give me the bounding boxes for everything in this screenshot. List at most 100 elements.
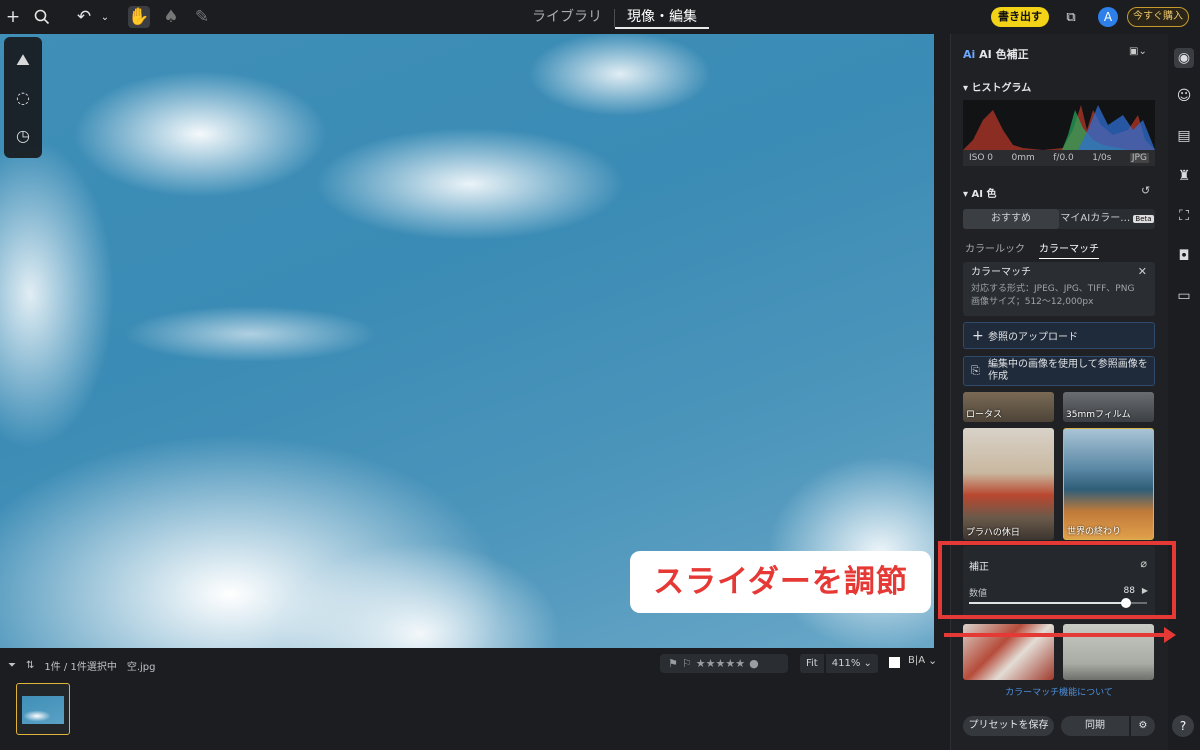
chevron-down-icon[interactable]: ⌄ (928, 654, 937, 667)
histogram-header[interactable]: ▾ ヒストグラム (963, 79, 1031, 94)
search-icon[interactable] (31, 6, 53, 28)
annotation-arrow-head (1164, 627, 1176, 643)
create-reference-label: 編集中の画像を使用して参照画像を作成 (988, 359, 1148, 382)
plus-icon: + (972, 327, 984, 344)
shirt-icon[interactable]: ♜ (1174, 166, 1194, 186)
annotation-highlight-box (938, 541, 1176, 619)
preset-35mm-film[interactable]: 35mmフィルム (1063, 392, 1154, 422)
fit-button[interactable]: Fit (800, 654, 824, 673)
ai-color-segment: おすすめ マイAIカラー… Beta (963, 209, 1155, 229)
left-toolbar: ⛰ ◌ ◷ (4, 37, 42, 158)
help-button[interactable]: ? (1172, 715, 1194, 737)
camera-icon[interactable]: ◘ (1174, 246, 1194, 266)
sort-icon[interactable]: ⇅ (26, 660, 34, 671)
brush-tool-icon[interactable]: ✎ (191, 6, 213, 28)
export-button[interactable]: 書き出す (991, 7, 1049, 27)
compare-icon[interactable]: ⧉ (1060, 6, 1082, 28)
tab-develop[interactable]: 現像・編集 (615, 7, 709, 29)
exif-bar: ISO 0 0mm f/0.0 1/0s JPG (963, 150, 1155, 166)
panel-layout-icon[interactable]: ▣⌄ (1129, 46, 1147, 57)
save-preset-button[interactable]: プリセットを保存 (963, 716, 1054, 736)
collapse-icon: ▾ (963, 83, 969, 94)
exif-shutter: 1/0s (1092, 153, 1112, 163)
preset-label: 35mmフィルム (1066, 410, 1131, 420)
reject-flag-icon[interactable]: ⚐ (682, 657, 692, 670)
preset-prague-holiday[interactable]: プラハの休日 (963, 428, 1054, 540)
info-title: カラーマッチ (971, 267, 1031, 278)
portrait-icon[interactable]: ☺ (1174, 86, 1194, 106)
avatar[interactable]: A (1098, 7, 1118, 27)
buy-now-button[interactable]: 今すぐ購入 (1127, 7, 1189, 27)
folder-icon[interactable]: ▭ (1174, 286, 1194, 306)
layers-icon[interactable]: ▤ (1174, 126, 1194, 146)
panel-title: AI 色補正 (979, 48, 1029, 61)
history-icon[interactable]: ◷ (12, 125, 34, 147)
create-from-image-icon: ⎘ (971, 364, 980, 377)
ai-color-label: AI 色 (971, 189, 997, 200)
seg-my-ai-label: マイAIカラー… (1060, 213, 1131, 224)
exif-focal: 0mm (1011, 153, 1035, 163)
beta-badge: Beta (1133, 215, 1154, 223)
before-after-icon[interactable]: B|A (908, 655, 925, 666)
chevron-down-icon[interactable]: ⌄ (94, 6, 116, 28)
crop-icon[interactable]: ⛶ (1174, 206, 1194, 226)
color-subtabs: カラールック カラーマッチ (965, 240, 1099, 259)
color-label-icon[interactable]: ● (749, 657, 759, 670)
reset-icon[interactable]: ↺ (1141, 184, 1150, 197)
upload-reference-button[interactable]: + 参照のアップロード (963, 322, 1155, 349)
hand-tool-icon[interactable]: ✋ (128, 6, 150, 28)
preset-end-of-world[interactable]: 世界の終わり (1063, 428, 1154, 540)
flag-icon[interactable]: ⚑ (668, 657, 678, 670)
subtab-color-match[interactable]: カラーマッチ (1039, 240, 1099, 259)
workspace-tabs: ライブラリ 現像・編集 (520, 7, 709, 29)
sync-button[interactable]: 同期 (1061, 716, 1129, 736)
create-reference-button[interactable]: ⎘ 編集中の画像を使用して参照画像を作成 (963, 356, 1155, 386)
rating-bar: ⚑ ⚐ ★★★★★ ● (660, 654, 788, 673)
selection-icon[interactable]: ◌ (12, 87, 34, 109)
adjustment-panel: Ai AI 色補正 ▣⌄ ▾ ヒストグラム ISO 0 0mm f/0.0 1/… (950, 34, 1168, 750)
sync-settings-icon[interactable]: ⚙ (1131, 716, 1155, 736)
zoom-select[interactable]: 411% ⌄ (825, 654, 878, 673)
upload-reference-label: 参照のアップロード (988, 332, 1078, 343)
single-view-icon[interactable] (889, 657, 900, 668)
histogram-label: ヒストグラム (971, 83, 1032, 94)
color-match-info: カラーマッチ 対応する形式：JPEG、JPG、TIFF、PNG 画像サイズ；51… (963, 262, 1155, 316)
stamp-tool-icon[interactable]: ♠ (160, 6, 182, 28)
annotation-arrow (944, 633, 1166, 637)
preset-lotus[interactable]: ロータス (963, 392, 1054, 422)
info-size: 画像サイズ；512〜12,000px (971, 297, 1094, 307)
selection-count: 1件 / 1件選択中 (44, 661, 117, 673)
ai-logo-icon: Ai (963, 48, 976, 61)
exif-format: JPG (1129, 153, 1149, 163)
auto-enhance-icon[interactable]: ⛰ (12, 49, 34, 71)
preset-label: プラハの休日 (966, 528, 1020, 538)
info-formats: 対応する形式：JPEG、JPG、TIFF、PNG (971, 284, 1135, 294)
color-match-about-link[interactable]: カラーマッチ機能について (963, 685, 1155, 698)
preset-label: 世界の終わり (1067, 527, 1122, 537)
collapse-icon: ▾ (963, 189, 969, 200)
panel-header: Ai AI 色補正 (963, 46, 1029, 62)
seg-my-ai-color[interactable]: マイAIカラー… Beta (1059, 209, 1155, 229)
zoom-value: 411% (831, 658, 861, 669)
close-icon[interactable]: ✕ (1138, 265, 1147, 278)
ai-color-header[interactable]: ▾ AI 色 (963, 185, 996, 200)
subtab-color-look[interactable]: カラールック (965, 240, 1025, 259)
top-bar: + ↶ ⌄ ✋ ♠ ✎ ライブラリ 現像・編集 書き出す ⧉ A 今すぐ購入 (0, 0, 1200, 34)
filter-icon[interactable]: ⏷ (8, 660, 16, 671)
filmstrip: ⏷ ⇅ 1件 / 1件選択中 空.jpg ⚑ ⚐ ★★★★★ ● Fit 411… (0, 648, 946, 750)
seg-recommended[interactable]: おすすめ (963, 209, 1059, 229)
filmstrip-toolbar: ⏷ ⇅ 1件 / 1件選択中 空.jpg (8, 656, 156, 674)
tab-library[interactable]: ライブラリ (520, 7, 614, 29)
add-icon[interactable]: + (2, 6, 24, 28)
exif-aperture: f/0.0 (1053, 153, 1074, 163)
zoom-controls: Fit 411% ⌄ (800, 654, 878, 673)
filmstrip-thumbnail[interactable] (16, 683, 70, 735)
preset-label: ロータス (966, 410, 1003, 420)
thumbnail-image (22, 696, 64, 724)
file-name: 空.jpg (126, 661, 156, 673)
undo-icon[interactable]: ↶ (73, 6, 95, 28)
exif-iso: ISO 0 (969, 153, 994, 163)
star-rating[interactable]: ★★★★★ (696, 657, 745, 670)
palette-icon[interactable]: ◉ (1174, 48, 1194, 68)
annotation-callout: スライダーを調節 (630, 551, 931, 613)
